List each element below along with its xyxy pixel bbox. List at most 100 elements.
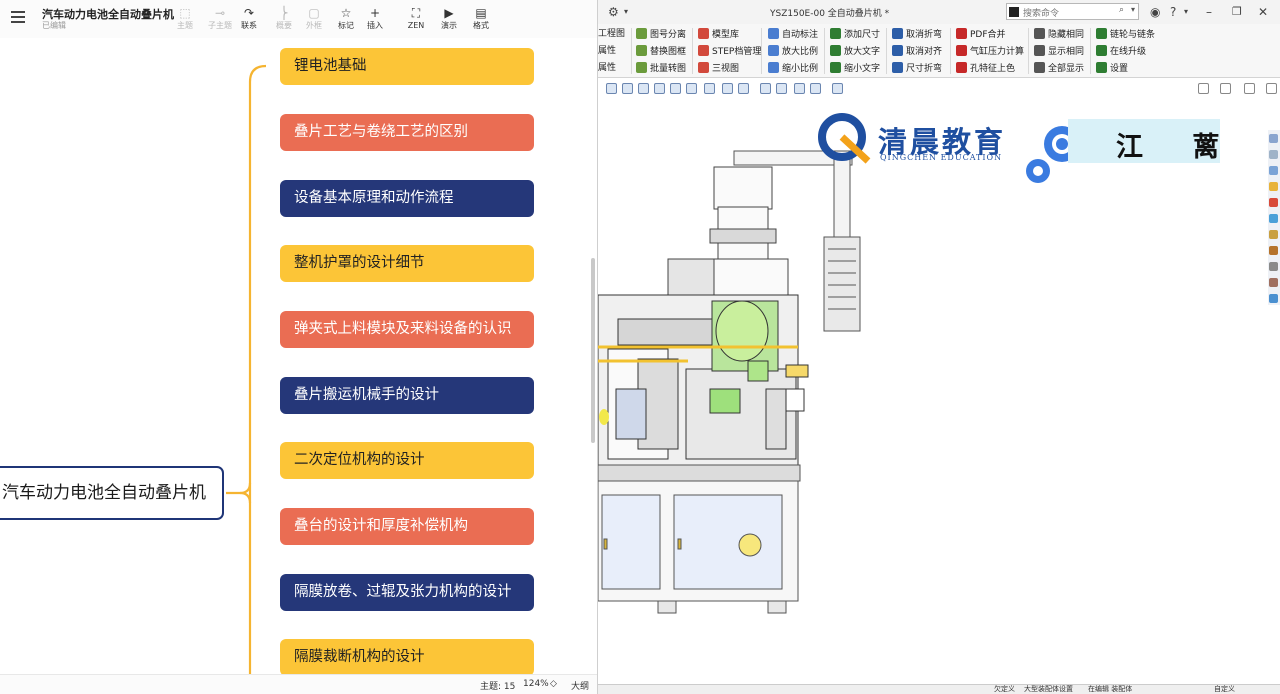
help-icon[interactable]: ?: [1170, 4, 1176, 20]
toolbar-zen-button[interactable]: ⛶ ZEN: [399, 5, 433, 35]
toolbar-insert-button[interactable]: + 插入: [358, 5, 392, 35]
ribbon-button[interactable]: 属性: [598, 45, 616, 57]
topic-node[interactable]: 叠片搬运机械手的设计: [280, 377, 534, 414]
topic-node[interactable]: 隔膜裁断机构的设计: [280, 639, 534, 674]
toolbar-boundary-button[interactable]: ▢ 外框: [297, 5, 331, 35]
view-tool-icon[interactable]: [606, 83, 617, 94]
close-icon[interactable]: ✕: [1258, 4, 1268, 20]
task-pane-tab-icon[interactable]: [1269, 134, 1278, 143]
view-tool-icon[interactable]: [670, 83, 681, 94]
task-pane-tabs[interactable]: [1268, 130, 1280, 305]
ribbon-button[interactable]: 气缸压力计算: [956, 45, 1024, 58]
central-topic[interactable]: 汽车动力电池全自动叠片机: [0, 466, 224, 520]
ribbon-button[interactable]: 替换图框: [636, 45, 686, 58]
ribbon-button[interactable]: 隐藏相同: [1034, 28, 1084, 41]
ribbon-button[interactable]: 全部显示: [1034, 62, 1084, 75]
task-pane-tab-icon[interactable]: [1269, 198, 1278, 207]
search-icon[interactable]: ⌕: [1119, 5, 1124, 15]
ribbon-button[interactable]: STEP档管理: [698, 45, 761, 58]
chevron-down-icon[interactable]: ▾: [1131, 5, 1135, 14]
ribbon-tool-icon: [1096, 62, 1107, 73]
zoom-level[interactable]: 124%: [523, 679, 549, 689]
ribbon-button[interactable]: 取消对齐: [892, 45, 942, 58]
view-tool-icon[interactable]: [810, 83, 821, 94]
task-pane-tab-icon[interactable]: [1269, 294, 1278, 303]
toolbar-summary-button[interactable]: ⎬ 概要: [267, 5, 301, 35]
ribbon-button[interactable]: 孔特征上色: [956, 62, 1015, 75]
ribbon-button[interactable]: PDF合并: [956, 28, 1006, 41]
ribbon-button[interactable]: 三视图: [698, 62, 739, 75]
toolbar-label: ZEN: [407, 21, 425, 30]
command-search-input[interactable]: 搜索命令 ⌕ ▾: [1006, 3, 1139, 20]
ribbon-button[interactable]: 图号分离: [636, 28, 686, 41]
ribbon-button[interactable]: 设置: [1096, 62, 1128, 75]
task-pane-tab-icon[interactable]: [1269, 262, 1278, 271]
ribbon-button[interactable]: 模型库: [698, 28, 739, 41]
view-tool-icon[interactable]: [686, 83, 697, 94]
toolbar-present-button[interactable]: ▶ 演示: [432, 5, 466, 35]
view-tool-icon[interactable]: [638, 83, 649, 94]
zen-icon: ⛶: [411, 6, 421, 20]
hamburger-menu-icon[interactable]: [11, 11, 25, 23]
user-icon[interactable]: ◉: [1150, 4, 1160, 20]
ribbon-button[interactable]: 自动标注: [768, 28, 818, 41]
topic-node[interactable]: 二次定位机构的设计: [280, 442, 534, 479]
view-tool-icon[interactable]: [776, 83, 787, 94]
chevron-down-icon[interactable]: ▾: [624, 4, 628, 20]
ribbon-button[interactable]: 链轮与链条: [1096, 28, 1155, 41]
topic-node[interactable]: 隔膜放卷、过辊及张力机构的设计: [280, 574, 534, 611]
chevron-down-icon[interactable]: ▾: [1184, 4, 1188, 20]
view-tool-icon[interactable]: [794, 83, 805, 94]
view-tool-icon[interactable]: [832, 83, 843, 94]
topic-node[interactable]: 叠台的设计和厚度补偿机构: [280, 508, 534, 545]
view-tool-icon[interactable]: [760, 83, 771, 94]
zoom-stepper-icon[interactable]: ◇: [550, 679, 557, 689]
task-pane-tab-icon[interactable]: [1269, 230, 1278, 239]
topic-node[interactable]: 锂电池基础: [280, 48, 534, 85]
task-pane-tab-icon[interactable]: [1269, 246, 1278, 255]
ribbon-tool-icon: [956, 62, 967, 73]
viewport-window-control-icon[interactable]: [1266, 83, 1277, 94]
ribbon-button[interactable]: 尺寸折弯: [892, 62, 942, 75]
ribbon-button[interactable]: 放大比例: [768, 45, 818, 58]
mindmap-statusbar: 主题: 15 124% ◇ 大纲: [0, 674, 597, 694]
toolbar-relationship-button[interactable]: ↷ 联系: [232, 5, 266, 35]
topic-node[interactable]: 弹夹式上料模块及来料设备的认识: [280, 311, 534, 348]
viewport-window-control-icon[interactable]: [1198, 83, 1209, 94]
ribbon-button[interactable]: 在线升级: [1096, 45, 1146, 58]
ribbon-button[interactable]: 工程图: [598, 28, 625, 40]
minimize-icon[interactable]: –: [1206, 4, 1212, 20]
view-tool-icon[interactable]: [654, 83, 665, 94]
gear-icon[interactable]: ⚙: [608, 4, 619, 20]
topic-node[interactable]: 设备基本原理和动作流程: [280, 180, 534, 217]
ribbon-button[interactable]: 属性: [598, 62, 616, 74]
view-tool-icon[interactable]: [722, 83, 733, 94]
task-pane-tab-icon[interactable]: [1269, 182, 1278, 191]
topic-node[interactable]: 整机护罩的设计细节: [280, 245, 534, 282]
ribbon-button[interactable]: 缩小比例: [768, 62, 818, 75]
task-pane-tab-icon[interactable]: [1269, 214, 1278, 223]
mindmap-canvas[interactable]: 汽车动力电池全自动叠片机 锂电池基础叠片工艺与卷绕工艺的区别 设备基本原理和动作流…: [0, 38, 597, 674]
viewport-window-control-icon[interactable]: [1244, 83, 1255, 94]
task-pane-tab-icon[interactable]: [1269, 150, 1278, 159]
toolbar-format-button[interactable]: ▤ 格式: [464, 5, 498, 35]
task-pane-tab-icon[interactable]: [1269, 166, 1278, 175]
ribbon-tool-icon: [1034, 45, 1045, 56]
viewport-window-control-icon[interactable]: [1220, 83, 1231, 94]
ribbon-button[interactable]: 取消折弯: [892, 28, 942, 41]
vertical-scrollbar[interactable]: [591, 258, 595, 443]
ribbon-button[interactable]: 添加尺寸: [830, 28, 880, 41]
task-pane-tab-icon[interactable]: [1269, 278, 1278, 287]
ribbon-button[interactable]: 批量转图: [636, 62, 686, 75]
toolbar-topic-button[interactable]: ⬚ 主题: [168, 5, 202, 35]
ribbon-button[interactable]: 放大文字: [830, 45, 880, 58]
ribbon-button[interactable]: 缩小文字: [830, 62, 880, 75]
outline-button[interactable]: 大纲: [571, 679, 589, 692]
view-tool-icon[interactable]: [704, 83, 715, 94]
topic-node[interactable]: 叠片工艺与卷绕工艺的区别: [280, 114, 534, 151]
ribbon-button[interactable]: 显示相同: [1034, 45, 1084, 58]
cad-model-viewport[interactable]: 清晨教育 QINGCHEN EDUCATION 江 蓠: [598, 99, 1266, 677]
restore-icon[interactable]: ❐: [1232, 4, 1242, 20]
view-tool-icon[interactable]: [738, 83, 749, 94]
view-tool-icon[interactable]: [622, 83, 633, 94]
